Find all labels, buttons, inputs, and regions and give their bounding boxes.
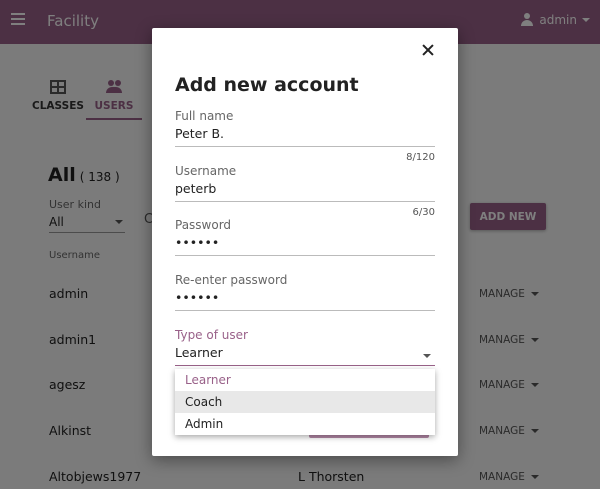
full-name-field[interactable]: Full name Peter B. 8/120 bbox=[175, 109, 435, 163]
option-coach[interactable]: Coach bbox=[175, 391, 435, 413]
reenter-password-field[interactable]: Re-enter password •••••• bbox=[175, 273, 435, 311]
reenter-password-label: Re-enter password bbox=[175, 273, 288, 287]
reenter-password-input[interactable]: •••••• bbox=[175, 290, 435, 311]
close-icon[interactable] bbox=[418, 40, 438, 60]
username-field[interactable]: Username peterb 6/30 bbox=[175, 164, 435, 218]
password-field[interactable]: Password •••••• bbox=[175, 218, 435, 256]
option-admin[interactable]: Admin bbox=[175, 413, 435, 435]
full-name-input[interactable]: Peter B. bbox=[175, 126, 435, 147]
password-input[interactable]: •••••• bbox=[175, 235, 435, 256]
chevron-down-icon bbox=[423, 354, 431, 358]
full-name-counter: 8/120 bbox=[406, 152, 435, 163]
type-of-user-label: Type of user bbox=[175, 328, 248, 342]
option-learner[interactable]: Learner bbox=[175, 369, 435, 391]
username-input[interactable]: peterb bbox=[175, 181, 435, 202]
type-of-user-dropdown: Learner Coach Admin bbox=[175, 369, 435, 435]
username-counter: 6/30 bbox=[412, 207, 435, 218]
full-name-label: Full name bbox=[175, 109, 234, 123]
password-label: Password bbox=[175, 218, 232, 232]
type-of-user-value[interactable]: Learner bbox=[175, 345, 435, 366]
username-label: Username bbox=[175, 164, 237, 178]
type-of-user-select[interactable]: Type of user Learner bbox=[175, 328, 435, 366]
modal-title: Add new account bbox=[175, 74, 359, 96]
